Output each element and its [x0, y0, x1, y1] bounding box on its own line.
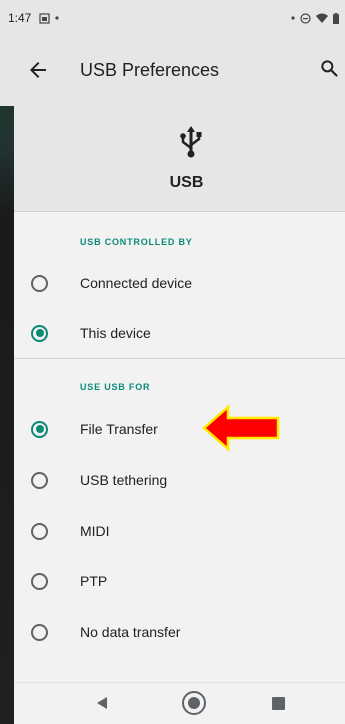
usb-header: USB [14, 106, 345, 212]
usb-icon [180, 126, 202, 158]
search-icon[interactable] [319, 58, 339, 78]
battery-icon [333, 12, 339, 24]
radio-button[interactable] [31, 572, 48, 590]
option-midi[interactable]: MIDI [14, 506, 345, 556]
option-ptp[interactable]: PTP [14, 556, 345, 606]
radio-button[interactable] [31, 522, 48, 540]
section-title-controlled-by: USB CONTROLLED BY [80, 237, 193, 247]
option-no-data-transfer[interactable]: No data transfer [14, 607, 345, 657]
arrow-back-icon[interactable] [26, 58, 50, 82]
option-label: Connected device [80, 275, 193, 291]
page-title: USB Preferences [80, 60, 220, 80]
screenshot-icon [39, 12, 50, 24]
option-connected-device[interactable]: Connected device [14, 258, 345, 308]
radio-button[interactable] [31, 623, 48, 641]
usb-label: USB [169, 174, 204, 191]
dot-icon [291, 16, 295, 20]
app-bar: USB Preferences [0, 36, 345, 106]
status-time: 1:47 [8, 11, 32, 25]
option-file-transfer[interactable]: File Transfer [14, 404, 345, 454]
radio-button[interactable] [31, 471, 48, 489]
status-bar: 1:47 [0, 0, 345, 36]
radio-button-checked[interactable] [31, 420, 48, 438]
nav-home-icon[interactable] [181, 690, 207, 716]
option-label: No data transfer [80, 624, 181, 640]
phone-screen: 1:47 USB Preferences USB USB CONTROLLED … [0, 0, 345, 724]
wifi-icon [316, 13, 328, 23]
red-arrow-icon [202, 404, 280, 452]
option-label: PTP [80, 573, 108, 589]
option-usb-tethering[interactable]: USB tethering [14, 455, 345, 505]
option-label: USB tethering [80, 472, 168, 488]
radio-button-checked[interactable] [31, 324, 48, 342]
dot-icon [55, 16, 59, 20]
preferences-list: USB CONTROLLED BY Connected device This … [14, 212, 345, 682]
section-title-use-usb-for: USE USB FOR [80, 382, 151, 392]
option-this-device[interactable]: This device [14, 308, 345, 358]
option-label: This device [80, 325, 151, 341]
option-label: File Transfer [80, 421, 158, 437]
do-not-disturb-icon [300, 12, 311, 24]
section-divider [14, 358, 345, 359]
option-label: MIDI [80, 523, 110, 539]
navigation-bar [14, 682, 345, 724]
nav-recents-icon[interactable] [272, 697, 285, 710]
radio-button[interactable] [31, 274, 48, 292]
nav-back-icon[interactable] [94, 695, 110, 711]
